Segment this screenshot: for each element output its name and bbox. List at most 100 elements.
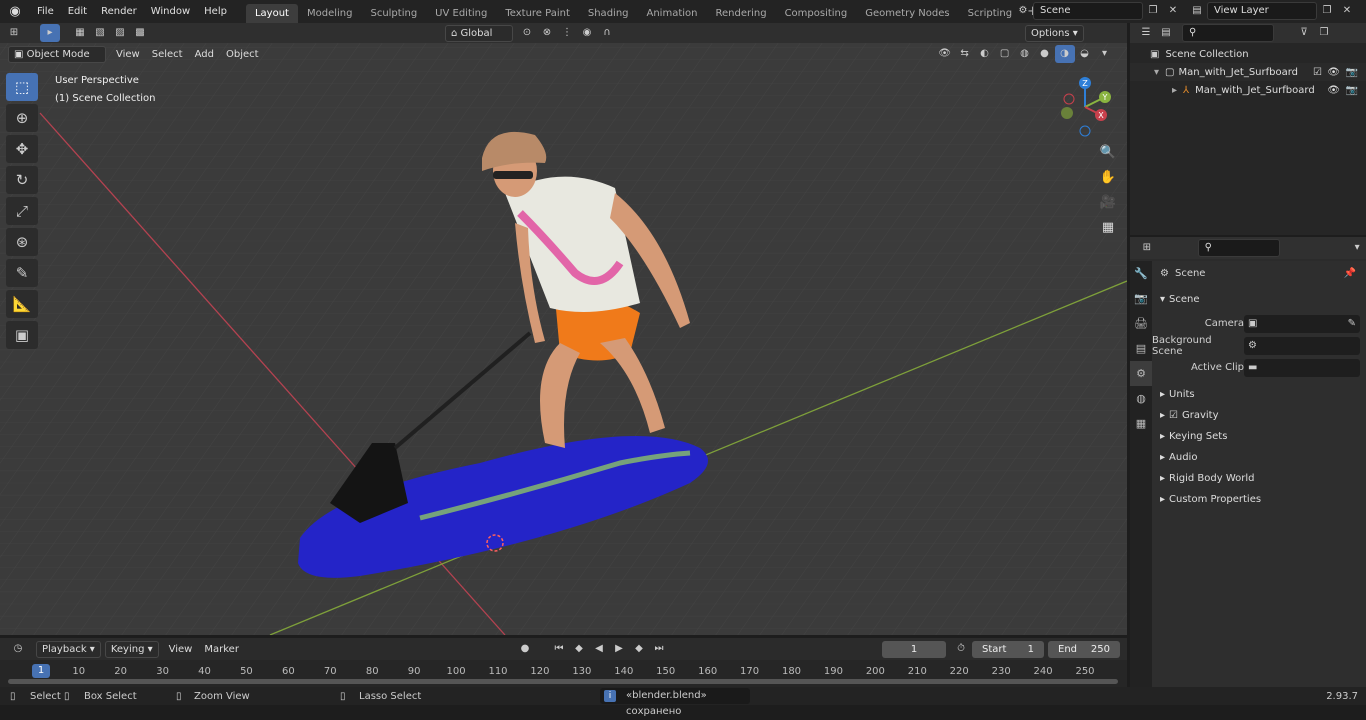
select-tool-icon[interactable]: ▸ bbox=[40, 24, 60, 42]
shading-wireframe-icon[interactable]: ◍ bbox=[1015, 45, 1035, 63]
collapse-arrow-icon[interactable]: ▾ bbox=[1154, 67, 1159, 78]
world-tab-icon[interactable]: ◍ bbox=[1130, 386, 1152, 411]
keying-dropdown[interactable]: Keying ▾ bbox=[104, 640, 159, 658]
menu-view[interactable]: View bbox=[110, 49, 146, 60]
select-mode-invert-icon[interactable]: ▩ bbox=[130, 24, 150, 42]
timeline-scrollbar[interactable] bbox=[8, 679, 1118, 684]
tool-scale[interactable]: ⤢ bbox=[6, 197, 38, 225]
snap-target-icon[interactable]: ⋮ bbox=[557, 24, 577, 42]
properties-editor-icon[interactable]: ⊞ bbox=[1138, 239, 1156, 257]
tool-annotate[interactable]: ✎ bbox=[6, 259, 38, 287]
menu-edit[interactable]: Edit bbox=[61, 0, 94, 23]
audio-panel[interactable]: ▸ Audio bbox=[1152, 447, 1366, 468]
tab-animation[interactable]: Animation bbox=[638, 4, 707, 23]
3d-viewport[interactable]: ⊞ ▸ ▦ ▧ ▨ ▩ ⌂ Global ⊙ ⊗ ⋮ ◉ ∩ Options ▾… bbox=[0, 23, 1127, 635]
prev-keyframe-icon[interactable]: ◆ bbox=[569, 640, 589, 658]
tab-shading[interactable]: Shading bbox=[579, 4, 638, 23]
pin-icon[interactable]: 📌 bbox=[1344, 268, 1356, 279]
object-eye-icon[interactable]: 👁 bbox=[1327, 85, 1340, 96]
xray-icon[interactable]: ▢ bbox=[995, 45, 1015, 63]
play-reverse-icon[interactable]: ◀ bbox=[589, 640, 609, 658]
play-icon[interactable]: ▶ bbox=[609, 640, 629, 658]
properties-search-input[interactable]: ⚲ bbox=[1197, 239, 1281, 257]
shading-solid-icon[interactable]: ● bbox=[1035, 45, 1055, 63]
select-mode-new-icon[interactable]: ▦ bbox=[70, 24, 90, 42]
scene-icon[interactable]: ⚙ bbox=[1013, 2, 1033, 20]
tool-move[interactable]: ✥ bbox=[6, 135, 38, 163]
new-collection-icon[interactable]: ❐ bbox=[1314, 24, 1334, 42]
falloff-icon[interactable]: ∩ bbox=[597, 24, 617, 42]
tool-transform[interactable]: ⊛ bbox=[6, 228, 38, 256]
overlay-icon[interactable]: ◐ bbox=[975, 45, 995, 63]
tab-compositing[interactable]: Compositing bbox=[776, 4, 857, 23]
shading-rendered-icon[interactable]: ◒ bbox=[1075, 45, 1095, 63]
tool-cursor[interactable]: ⊕ bbox=[6, 104, 38, 132]
outliner-editor-icon[interactable]: ☰ bbox=[1136, 24, 1156, 42]
tool-tab-icon[interactable]: 🔧 bbox=[1130, 261, 1152, 286]
editor-type-icon[interactable]: ⊞ bbox=[4, 24, 24, 42]
mode-dropdown[interactable]: ▣ Object Mode bbox=[8, 45, 106, 63]
view-layer-tab-icon[interactable]: ▤ bbox=[1130, 336, 1152, 361]
tab-layout[interactable]: Layout bbox=[245, 4, 298, 23]
pivot-point-icon[interactable]: ⊙ bbox=[517, 24, 537, 42]
timeline-editor-icon[interactable]: ◷ bbox=[8, 640, 28, 658]
filter-icon[interactable]: ⊽ bbox=[1294, 24, 1314, 42]
eye-icon[interactable]: 👁 bbox=[1327, 67, 1340, 78]
jump-end-icon[interactable]: ⏭ bbox=[649, 640, 669, 658]
ortho-grid-icon[interactable]: ▦ bbox=[1097, 216, 1119, 238]
select-mode-extend-icon[interactable]: ▧ bbox=[90, 24, 110, 42]
render-camera-icon[interactable]: 📷 bbox=[1346, 67, 1358, 78]
active-clip-field[interactable]: ▬ bbox=[1244, 358, 1360, 377]
navigation-gizmo[interactable]: Z Y X bbox=[1055, 75, 1115, 139]
menu-help[interactable]: Help bbox=[197, 0, 234, 23]
start-frame-field[interactable]: Start 1 bbox=[972, 641, 1044, 658]
camera-field[interactable]: ▣ ✎ bbox=[1244, 314, 1360, 333]
next-keyframe-icon[interactable]: ◆ bbox=[629, 640, 649, 658]
menu-add[interactable]: Add bbox=[189, 49, 220, 60]
tab-modeling[interactable]: Modeling bbox=[298, 4, 362, 23]
timeline-menu-view[interactable]: View bbox=[163, 644, 199, 655]
expand-arrow-icon[interactable]: ▸ bbox=[1172, 85, 1177, 96]
transform-orientation-dropdown[interactable]: ⌂ Global bbox=[445, 24, 513, 42]
object-render-icon[interactable]: 📷 bbox=[1346, 85, 1358, 96]
view-layer-field[interactable]: View Layer bbox=[1207, 2, 1317, 20]
menu-window[interactable]: Window bbox=[144, 0, 197, 23]
tool-add-cube[interactable]: ▣ bbox=[6, 321, 38, 349]
properties-options-icon[interactable]: ▾ bbox=[1348, 239, 1366, 257]
pan-hand-icon[interactable]: ✋ bbox=[1097, 166, 1119, 188]
eyedropper-icon[interactable]: ✎ bbox=[1348, 315, 1356, 333]
camera-view-icon[interactable]: 🎥 bbox=[1097, 191, 1119, 213]
shading-options-icon[interactable]: ▾ bbox=[1095, 45, 1115, 63]
scene-field[interactable]: Scene bbox=[1033, 2, 1143, 20]
zoom-icon[interactable]: 🔍 bbox=[1097, 141, 1119, 163]
menu-render[interactable]: Render bbox=[94, 0, 144, 23]
tab-texture-paint[interactable]: Texture Paint bbox=[496, 4, 579, 23]
gravity-checkbox[interactable]: ☑ bbox=[1169, 410, 1178, 421]
gravity-panel[interactable]: ▸ ☑ Gravity bbox=[1152, 405, 1366, 426]
tool-rotate[interactable]: ↻ bbox=[6, 166, 38, 194]
current-frame-field[interactable]: 1 bbox=[882, 641, 946, 658]
outliner-row-object[interactable]: ▸ ⅄ Man_with_Jet_Surfboard 👁 📷 bbox=[1130, 81, 1366, 99]
background-scene-field[interactable]: ⚙ bbox=[1244, 336, 1360, 355]
blender-logo-icon[interactable]: ◉ bbox=[0, 4, 30, 19]
menu-file[interactable]: File bbox=[30, 0, 61, 23]
output-tab-icon[interactable]: 🖨 bbox=[1130, 311, 1152, 336]
visibility-icon[interactable]: 👁 bbox=[935, 45, 955, 63]
playback-dropdown[interactable]: Playback ▾ bbox=[36, 640, 101, 658]
new-view-layer-icon[interactable]: ❐ bbox=[1317, 2, 1337, 20]
snap-icon[interactable]: ⊗ bbox=[537, 24, 557, 42]
gizmo-icon[interactable]: ⇆ bbox=[955, 45, 975, 63]
preview-range-icon[interactable]: ⏱ bbox=[951, 640, 971, 658]
render-tab-icon[interactable]: 📷 bbox=[1130, 286, 1152, 311]
new-scene-icon[interactable]: ❐ bbox=[1143, 2, 1163, 20]
menu-object[interactable]: Object bbox=[220, 49, 265, 60]
tab-sculpting[interactable]: Sculpting bbox=[361, 4, 426, 23]
custom-properties-panel[interactable]: ▸ Custom Properties bbox=[1152, 489, 1366, 510]
display-mode-icon[interactable]: ▤ bbox=[1156, 24, 1176, 42]
scene-tab-icon[interactable]: ⚙ bbox=[1130, 361, 1152, 386]
scene-panel-header[interactable]: ▾ Scene bbox=[1152, 289, 1366, 310]
tool-select-box[interactable]: ⬚ bbox=[6, 73, 38, 101]
tool-measure[interactable]: 📐 bbox=[6, 290, 38, 318]
jump-start-icon[interactable]: ⏮ bbox=[549, 640, 569, 658]
delete-scene-icon[interactable]: ✕ bbox=[1163, 2, 1183, 20]
